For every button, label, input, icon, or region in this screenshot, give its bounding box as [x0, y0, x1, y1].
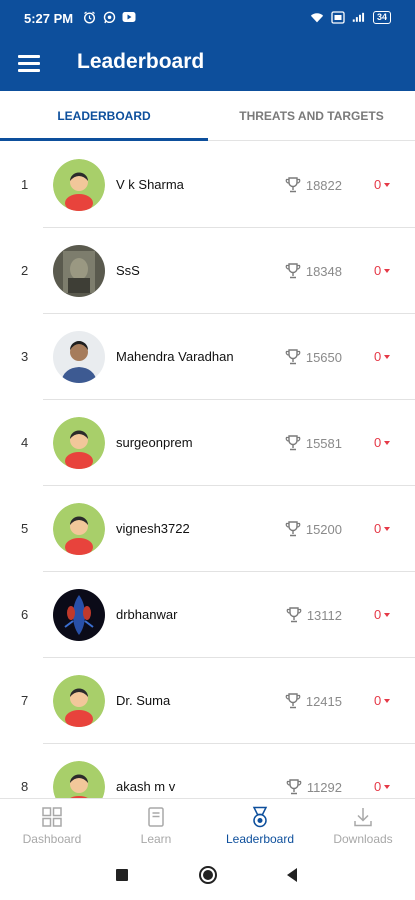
rank-number: 3 — [21, 349, 29, 364]
tab-threats-and-targets[interactable]: THREATS AND TARGETS — [208, 91, 415, 141]
trophy-icon — [285, 177, 301, 193]
trophy-icon — [286, 779, 302, 795]
rank-number: 5 — [21, 521, 29, 536]
score-value: 18348 — [305, 263, 342, 279]
recents-icon[interactable] — [115, 865, 129, 885]
leaderboard-row[interactable]: 2 SsS 18348 0 — [0, 228, 415, 314]
user-name: surgeonprem — [116, 435, 193, 450]
active-tab-indicator — [0, 138, 208, 141]
score-value: 15581 — [305, 435, 342, 451]
rank-change: 0 — [374, 486, 391, 572]
rank-change: 0 — [374, 572, 391, 658]
leaderboard-list[interactable]: 1 V k Sharma 18822 0 2 SsS 18348 0 3 Mahendra Var… — [0, 142, 415, 798]
rank-number: 1 — [21, 177, 29, 192]
caret-down-icon — [384, 612, 391, 617]
rank-number: 6 — [21, 607, 29, 622]
user-name: V k Sharma — [116, 177, 184, 192]
rank-change: 0 — [374, 228, 391, 314]
wifi-icon — [310, 10, 324, 24]
status-time: 5:27 PM — [24, 11, 74, 26]
score-value: 15200 — [305, 521, 342, 537]
caret-down-icon — [384, 784, 391, 789]
rank-number: 2 — [21, 263, 29, 278]
status-bar: 5:27 PM 34 — [0, 0, 415, 38]
app-bar: Leaderboard — [0, 38, 415, 91]
rank-change: 0 — [374, 400, 391, 486]
book-icon — [148, 807, 164, 827]
menu-icon[interactable] — [18, 50, 44, 76]
nav-leaderboard-label: Leaderboard — [225, 832, 295, 846]
whatsapp-icon — [102, 10, 116, 24]
download-icon — [354, 808, 372, 827]
alarm-icon — [82, 10, 96, 24]
score-value: 11292 — [306, 779, 342, 795]
caret-down-icon — [384, 182, 391, 187]
leaderboard-row[interactable]: 6 drbhanwar 13112 0 — [0, 572, 415, 658]
avatar — [53, 159, 105, 211]
nav-downloads-label: Downloads — [333, 832, 393, 846]
nav-dashboard-label: Dashboard — [22, 832, 82, 846]
rank-number: 8 — [21, 779, 29, 794]
leaderboard-row[interactable]: 3 Mahendra Varadhan 15650 0 — [0, 314, 415, 400]
youtube-icon — [122, 10, 136, 24]
avatar — [53, 503, 105, 555]
dashboard-icon — [42, 807, 62, 827]
home-icon[interactable] — [198, 865, 218, 885]
trophy-icon — [285, 349, 301, 365]
score-value: 15650 — [305, 349, 342, 365]
caret-down-icon — [384, 354, 391, 359]
back-icon[interactable] — [285, 865, 299, 885]
caret-down-icon — [384, 698, 391, 703]
nav-learn-label: Learn — [140, 832, 172, 846]
leaderboard-row[interactable]: 1 V k Sharma 18822 0 — [0, 142, 415, 228]
volte-icon — [331, 10, 345, 24]
trophy-icon — [286, 607, 302, 623]
nav-downloads[interactable]: Downloads — [311, 799, 415, 851]
trophy-icon — [285, 435, 301, 451]
user-name: SsS — [116, 263, 140, 278]
page-title: Leaderboard — [77, 50, 205, 73]
score-value: 18822 — [305, 177, 342, 193]
rank-change: 0 — [374, 142, 391, 228]
score-value: 12415 — [305, 693, 342, 709]
user-name: akash m v — [116, 779, 176, 794]
system-navigation-bar — [0, 850, 415, 900]
avatar — [53, 245, 105, 297]
user-name: vignesh3722 — [116, 521, 190, 536]
avatar — [53, 331, 105, 383]
nav-learn[interactable]: Learn — [104, 799, 208, 851]
avatar — [53, 675, 105, 727]
avatar — [53, 417, 105, 469]
leaderboard-row[interactable]: 8 akash m v 11292 0 — [0, 744, 415, 798]
rank-change: 0 — [374, 744, 391, 798]
tab-bar: LEADERBOARD THREATS AND TARGETS — [0, 91, 415, 141]
avatar — [53, 589, 105, 641]
signal-icon — [352, 10, 366, 24]
nav-leaderboard[interactable]: Leaderboard — [208, 799, 312, 851]
tab-leaderboard[interactable]: LEADERBOARD — [0, 91, 208, 141]
trophy-icon — [285, 263, 301, 279]
caret-down-icon — [384, 526, 391, 531]
avatar — [53, 761, 105, 798]
user-name: Dr. Suma — [116, 693, 171, 708]
rank-change: 0 — [374, 658, 391, 744]
trophy-icon — [285, 693, 301, 709]
rank-change: 0 — [374, 314, 391, 400]
leaderboard-row[interactable]: 4 surgeonprem 15581 0 — [0, 400, 415, 486]
leaderboard-row[interactable]: 5 vignesh3722 15200 0 — [0, 486, 415, 572]
nav-dashboard[interactable]: Dashboard — [0, 799, 104, 851]
trophy-icon — [285, 521, 301, 537]
rank-number: 4 — [21, 435, 29, 450]
caret-down-icon — [384, 440, 391, 445]
leaderboard-row[interactable]: 7 Dr. Suma 12415 0 — [0, 658, 415, 744]
rank-number: 7 — [21, 693, 29, 708]
score-value: 13112 — [306, 607, 342, 623]
user-name: drbhanwar — [116, 607, 178, 622]
medal-icon — [252, 806, 268, 828]
user-name: Mahendra Varadhan — [116, 349, 234, 364]
caret-down-icon — [384, 268, 391, 273]
bottom-navigation: Dashboard Learn Leaderboard Downloads — [0, 798, 415, 850]
battery-icon: 34 — [372, 10, 391, 24]
